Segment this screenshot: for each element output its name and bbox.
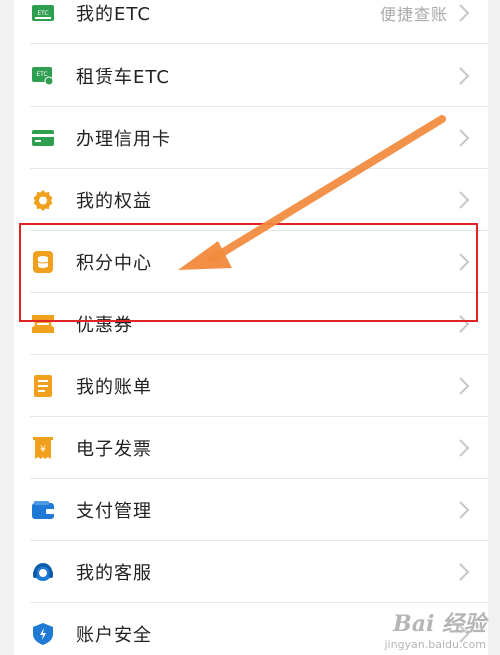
watermark: Bai 经验 jingyan.baidu.com — [384, 606, 486, 651]
menu-item-label: 电子发票 — [76, 439, 152, 460]
chevron-right-icon — [459, 377, 470, 395]
menu-item-label: 支付管理 — [76, 501, 152, 522]
menu-item-my-rights[interactable]: 我的权益 — [14, 169, 488, 231]
shield-icon — [32, 623, 54, 645]
chevron-right-icon — [459, 129, 470, 147]
chevron-right-icon — [459, 563, 470, 581]
watermark-logo: Bai 经验 — [393, 611, 486, 637]
svg-text:¥: ¥ — [40, 445, 46, 455]
coupon-icon — [32, 313, 54, 335]
svg-text:ETC: ETC — [37, 10, 48, 17]
chevron-right-icon — [459, 253, 470, 271]
menu-item-rental-etc[interactable]: ETC 租赁车ETC — [14, 45, 488, 107]
menu-item-hint: 便捷查账 — [379, 5, 448, 24]
menu-item-label: 租赁车ETC — [76, 67, 170, 88]
menu-item-label: 我的客服 — [76, 563, 152, 584]
credit-card-icon — [32, 127, 54, 149]
svg-text:ETC: ETC — [36, 71, 47, 78]
chevron-right-icon — [459, 4, 470, 22]
menu-item-label: 我的权益 — [76, 191, 152, 212]
invoice-icon: ¥ — [32, 437, 54, 459]
menu-item-coupons[interactable]: 优惠券 — [14, 293, 488, 355]
menu-item-my-etc[interactable]: ETC 我的ETC 便捷查账 — [14, 0, 488, 44]
rental-etc-icon: ETC — [32, 65, 54, 87]
menu-item-label: 优惠券 — [76, 315, 133, 336]
menu-item-label: 我的ETC — [76, 4, 151, 25]
menu-item-points-center[interactable]: 积分中心 — [14, 231, 488, 293]
chevron-right-icon — [459, 501, 470, 519]
menu-item-payment-management[interactable]: 支付管理 — [14, 479, 488, 541]
menu-list: ETC 我的ETC 便捷查账 ETC 租赁车ETC 办理信用卡 我的权益 积分中… — [14, 0, 488, 655]
menu-item-label: 账户安全 — [76, 625, 152, 646]
chevron-right-icon — [459, 439, 470, 457]
menu-item-label: 办理信用卡 — [76, 129, 171, 150]
chevron-right-icon — [459, 191, 470, 209]
bill-icon — [32, 375, 54, 397]
menu-item-customer-service[interactable]: 我的客服 — [14, 541, 488, 603]
menu-item-my-bills[interactable]: 我的账单 — [14, 355, 488, 417]
points-icon — [32, 251, 54, 273]
etc-card-icon: ETC — [32, 2, 54, 24]
chevron-right-icon — [459, 315, 470, 333]
menu-item-e-invoice[interactable]: ¥ 电子发票 — [14, 417, 488, 479]
chevron-right-icon — [459, 67, 470, 85]
menu-item-label: 我的账单 — [76, 377, 152, 398]
wallet-icon — [32, 499, 54, 521]
menu-item-label: 积分中心 — [76, 253, 152, 274]
watermark-url: jingyan.baidu.com — [384, 638, 486, 651]
headset-icon — [32, 561, 54, 583]
badge-icon — [32, 189, 54, 211]
menu-item-credit-card[interactable]: 办理信用卡 — [14, 107, 488, 169]
